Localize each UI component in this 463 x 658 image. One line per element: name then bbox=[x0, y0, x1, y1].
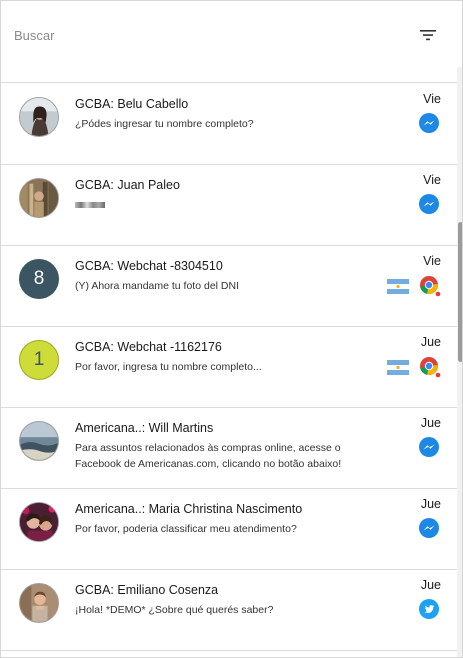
conversation-time: Vie bbox=[423, 254, 441, 268]
conversation-title: GCBA: Belu Cabello bbox=[75, 97, 189, 111]
unread-dot bbox=[435, 291, 441, 297]
conversation-title: Americana..: Maria Christina Nascimento bbox=[75, 502, 303, 516]
avatar-photo bbox=[20, 503, 58, 541]
avatar: 1 bbox=[19, 340, 59, 380]
avatar bbox=[19, 583, 59, 623]
conversation-time: Jue bbox=[420, 578, 441, 592]
filter-list-icon bbox=[420, 30, 436, 41]
conversation-item[interactable]: Americana..: Will Martins Para assuntos … bbox=[1, 408, 457, 489]
conversation-time: Jue bbox=[420, 335, 441, 349]
conversation-preview: ¿Pódes ingresar tu nombre completo? bbox=[75, 118, 254, 130]
unread-dot bbox=[435, 372, 441, 378]
conversation-item[interactable]: 8 GCBA: Webchat -8304510 (Y) Ahora manda… bbox=[1, 246, 457, 327]
conversation-list: GCBA: Belu Cabello ¿Pódes ingresar tu no… bbox=[1, 84, 457, 657]
avatar-letter: 1 bbox=[33, 349, 45, 370]
messenger-icon bbox=[419, 437, 439, 457]
twitter-icon bbox=[419, 599, 439, 619]
search-bar bbox=[1, 1, 462, 83]
avatar: 8 bbox=[19, 259, 59, 299]
conversation-title: GCBA: Webchat -1162176 bbox=[75, 340, 222, 354]
chrome-icon bbox=[420, 276, 441, 297]
avatar-photo bbox=[20, 584, 58, 622]
conversation-preview: Para assuntos relacionados às compras on… bbox=[75, 442, 342, 470]
chrome-icon bbox=[420, 357, 441, 378]
avatar bbox=[19, 502, 59, 542]
avatar-letter: 8 bbox=[33, 268, 45, 289]
messenger-icon bbox=[419, 113, 439, 133]
scrollbar-track[interactable] bbox=[457, 67, 462, 657]
conversation-time: Vie bbox=[423, 92, 441, 106]
avatar-photo bbox=[20, 98, 58, 136]
avatar-photo bbox=[20, 179, 58, 217]
avatar bbox=[19, 97, 59, 137]
conversation-item[interactable]: Americana..: Maria Christina Nascimento … bbox=[1, 489, 457, 570]
conversation-item[interactable]: GCBA: Juan Paleo Vie bbox=[1, 165, 457, 246]
conversation-item[interactable]: GCBA: Belu Cabello ¿Pódes ingresar tu no… bbox=[1, 84, 457, 165]
conversation-time: Vie bbox=[423, 173, 441, 187]
messenger-icon bbox=[419, 194, 439, 214]
conversation-title: GCBA: Juan Paleo bbox=[75, 178, 180, 192]
search-input[interactable] bbox=[14, 25, 394, 45]
conversation-time: Jue bbox=[420, 416, 441, 430]
messenger-icon bbox=[419, 518, 439, 538]
conversation-item[interactable]: 1 GCBA: Webchat -1162176 Por favor, ingr… bbox=[1, 327, 457, 408]
conversation-preview: Por favor, poderia classificar meu atend… bbox=[75, 523, 297, 535]
argentina-flag-icon bbox=[387, 360, 409, 375]
conversation-preview bbox=[75, 197, 375, 213]
scrollbar-thumb[interactable] bbox=[458, 222, 462, 362]
conversation-panel: GCBA: Belu Cabello ¿Pódes ingresar tu no… bbox=[0, 0, 463, 658]
conversation-title: GCBA: Webchat -8304510 bbox=[75, 259, 223, 273]
blurred-preview bbox=[75, 202, 105, 208]
conversation-preview: ¡Hola! *DEMO* ¿Sobre qué querés saber? bbox=[75, 604, 274, 616]
filter-button[interactable] bbox=[415, 23, 441, 47]
conversation-title: GCBA: Emiliano Cosenza bbox=[75, 583, 219, 597]
conversation-item[interactable]: GCBA: Emiliano Cosenza ¡Hola! *DEMO* ¿So… bbox=[1, 570, 457, 651]
conversation-time: Jue bbox=[420, 497, 441, 511]
conversation-preview: Por favor, ingresa tu nombre completo... bbox=[75, 361, 262, 373]
avatar-photo bbox=[20, 422, 58, 460]
conversation-preview: (Y) Ahora mandame tu foto del DNI bbox=[75, 280, 239, 292]
avatar bbox=[19, 421, 59, 461]
avatar bbox=[19, 178, 59, 218]
argentina-flag-icon bbox=[387, 279, 409, 294]
conversation-title: Americana..: Will Martins bbox=[75, 421, 214, 435]
